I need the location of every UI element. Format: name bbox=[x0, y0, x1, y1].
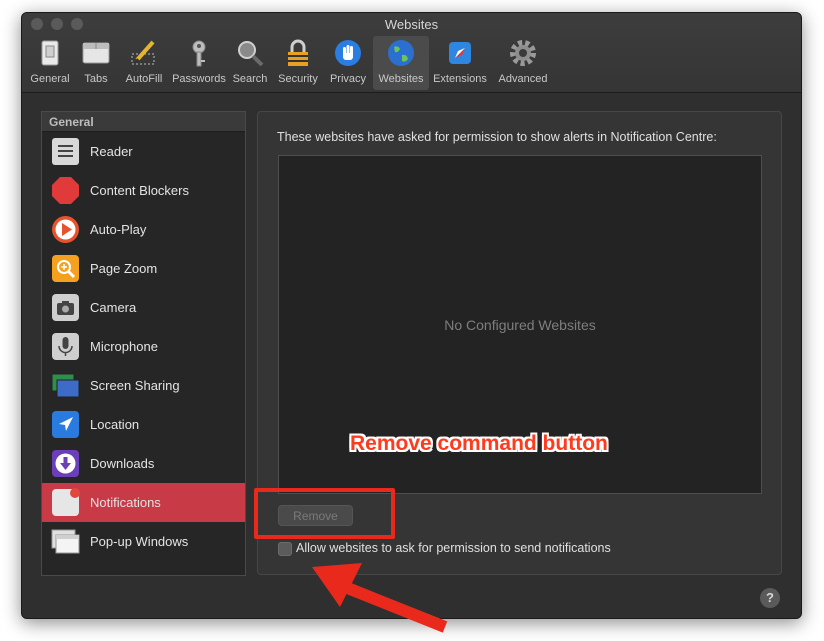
sidebar-item-content-blockers[interactable]: Content Blockers bbox=[42, 171, 245, 210]
gear-icon bbox=[510, 40, 536, 66]
window-title: Websites bbox=[384, 17, 439, 32]
allow-notifications-label[interactable]: Allow websites to ask for permission to … bbox=[296, 541, 611, 555]
settings-sidebar: General Reader Content Blockers Auto-Pla… bbox=[41, 111, 246, 576]
sidebar-item-label: Pop-up Windows bbox=[90, 534, 189, 549]
popup-windows-icon bbox=[51, 529, 80, 554]
sidebar-item-popup-windows[interactable]: Pop-up Windows bbox=[42, 522, 245, 561]
extensions-icon bbox=[449, 42, 471, 64]
annotation-arrow-icon bbox=[312, 563, 448, 633]
sidebar-item-screen-sharing[interactable]: Screen Sharing bbox=[42, 366, 245, 405]
microphone-icon bbox=[52, 333, 79, 360]
sidebar-item-label: Page Zoom bbox=[90, 261, 158, 276]
tab-security[interactable]: Security bbox=[272, 36, 324, 90]
sidebar-item-reader[interactable]: Reader bbox=[42, 132, 245, 171]
tab-websites[interactable]: Websites bbox=[373, 36, 429, 90]
sidebar-item-label: Camera bbox=[90, 300, 137, 315]
sidebar-item-microphone[interactable]: Microphone bbox=[42, 327, 245, 366]
sidebar-item-notifications[interactable]: Notifications bbox=[42, 483, 245, 522]
sidebar-item-label: Auto-Play bbox=[90, 222, 147, 237]
empty-list-text: No Configured Websites bbox=[444, 317, 596, 333]
titlebar: Websites General Tabs AutoFill Passwords… bbox=[22, 13, 801, 93]
tab-general[interactable]: General bbox=[26, 36, 74, 90]
sidebar-item-location[interactable]: Location bbox=[42, 405, 245, 444]
tab-privacy[interactable]: Privacy bbox=[325, 36, 371, 90]
camera-icon bbox=[52, 294, 79, 321]
annotation-label: Remove command button bbox=[350, 432, 608, 455]
sidebar-item-camera[interactable]: Camera bbox=[42, 288, 245, 327]
hand-icon bbox=[335, 40, 361, 66]
sidebar-item-auto-play[interactable]: Auto-Play bbox=[42, 210, 245, 249]
notification-icon bbox=[52, 488, 80, 516]
sidebar-item-label: Reader bbox=[90, 144, 133, 159]
play-icon bbox=[52, 216, 79, 243]
sidebar-item-label: Content Blockers bbox=[90, 183, 189, 198]
help-button[interactable]: ? bbox=[760, 588, 780, 608]
tab-autofill[interactable]: AutoFill bbox=[118, 36, 170, 90]
panel-description: These websites have asked for permission… bbox=[277, 130, 717, 144]
sidebar-item-label: Screen Sharing bbox=[90, 378, 180, 393]
download-icon bbox=[52, 450, 79, 477]
key-icon bbox=[192, 40, 206, 67]
tabs-icon bbox=[82, 42, 110, 64]
allow-notifications-checkbox[interactable] bbox=[278, 542, 292, 556]
zoom-icon bbox=[52, 255, 79, 282]
screen-sharing-icon bbox=[51, 373, 80, 398]
stop-sign-icon bbox=[52, 177, 79, 204]
tab-passwords[interactable]: Passwords bbox=[168, 36, 230, 90]
magnifier-icon bbox=[238, 41, 264, 67]
general-switch-icon bbox=[41, 40, 59, 66]
lock-icon bbox=[288, 39, 308, 66]
sidebar-header: General bbox=[42, 112, 245, 132]
sidebar-item-label: Downloads bbox=[90, 456, 155, 471]
autofill-pencil-icon bbox=[131, 40, 155, 65]
location-arrow-icon bbox=[52, 411, 79, 438]
globe-icon bbox=[388, 40, 414, 66]
sidebar-item-label: Location bbox=[90, 417, 140, 432]
reader-icon bbox=[52, 138, 79, 165]
annotation-highlight-box bbox=[254, 488, 395, 539]
tab-search[interactable]: Search bbox=[229, 36, 271, 90]
sidebar-item-label: Notifications bbox=[90, 495, 161, 510]
tab-extensions[interactable]: Extensions bbox=[430, 36, 490, 90]
sidebar-item-downloads[interactable]: Downloads bbox=[42, 444, 245, 483]
tab-tabs[interactable]: Tabs bbox=[75, 36, 117, 90]
tab-advanced[interactable]: Advanced bbox=[492, 36, 554, 90]
sidebar-item-label: Microphone bbox=[90, 339, 158, 354]
sidebar-item-page-zoom[interactable]: Page Zoom bbox=[42, 249, 245, 288]
preferences-window: Websites General Tabs AutoFill Passwords… bbox=[21, 12, 802, 619]
